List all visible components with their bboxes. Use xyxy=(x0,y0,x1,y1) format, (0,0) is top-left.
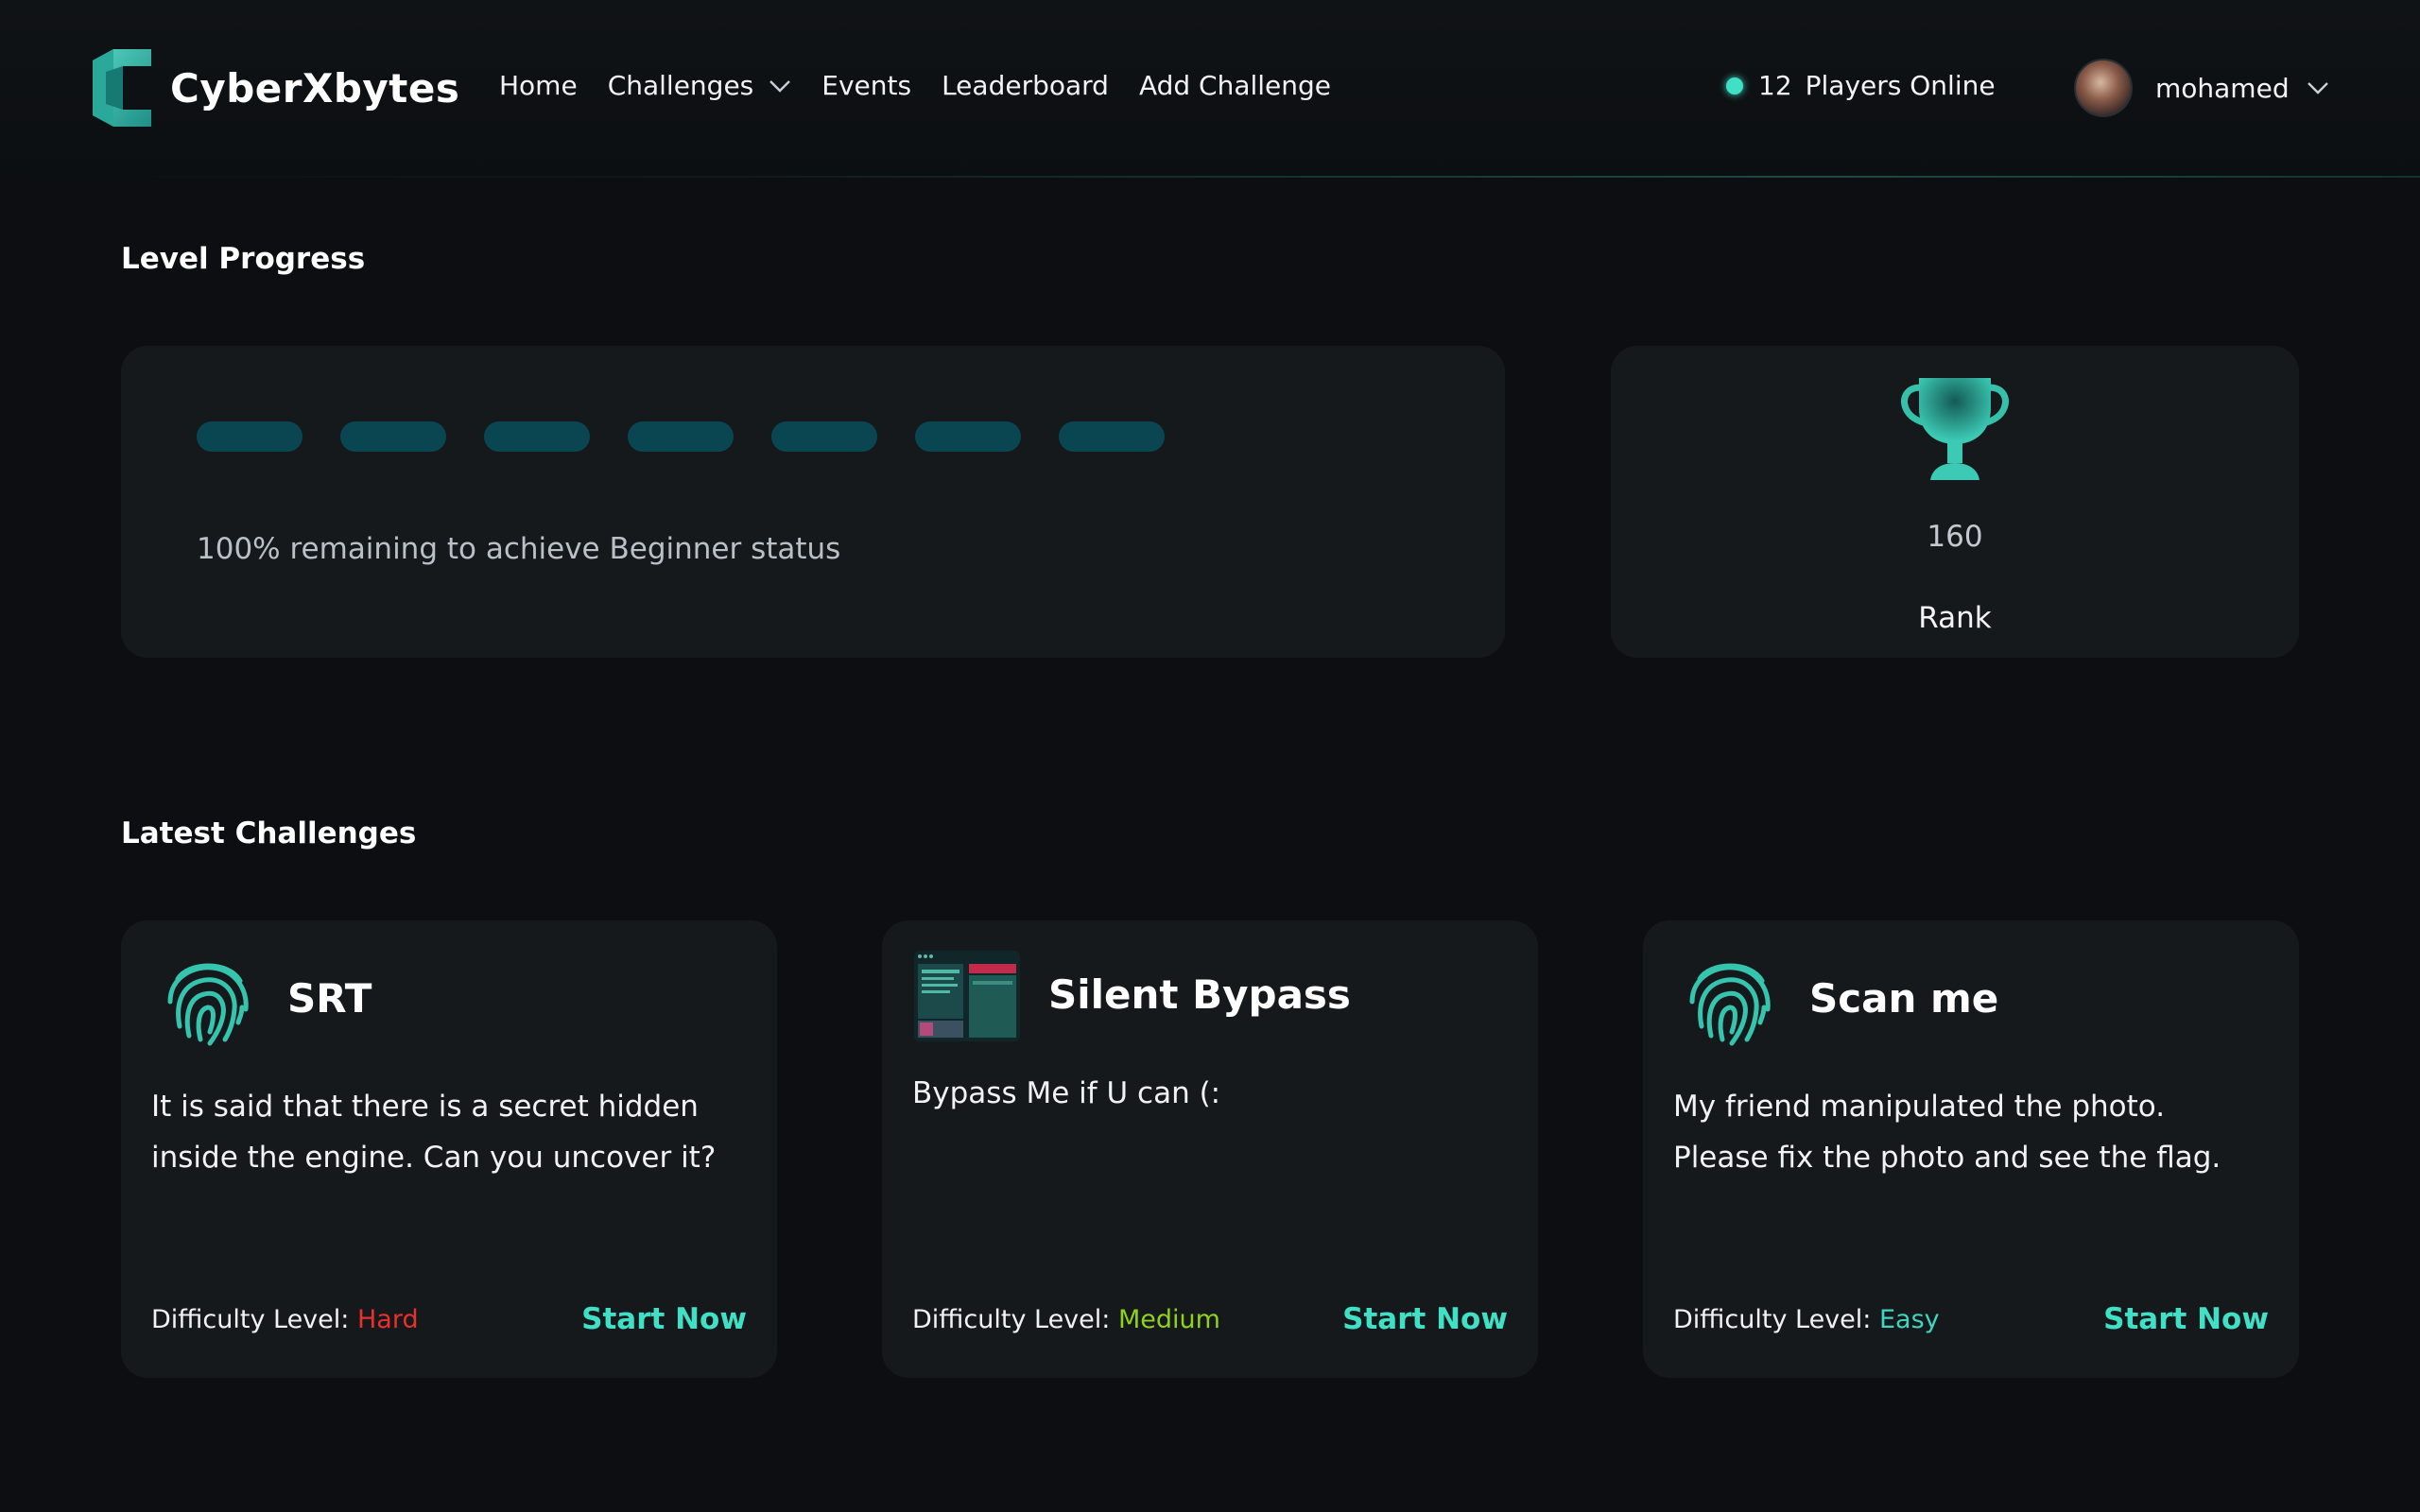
players-online-count: 12 xyxy=(1758,70,1792,101)
nav-home-label: Home xyxy=(499,70,578,101)
challenge-card-silent-bypass[interactable]: Silent Bypass Bypass Me if U can (: Diff… xyxy=(882,920,1538,1378)
challenge-card-scan-me[interactable]: Scan me My friend manipulated the photo.… xyxy=(1643,920,2299,1378)
start-now-button[interactable]: Start Now xyxy=(2103,1302,2269,1336)
level-progress-title: Level Progress xyxy=(121,242,366,276)
difficulty-label: Difficulty Level: xyxy=(151,1304,350,1334)
nav-leaderboard[interactable]: Leaderboard xyxy=(942,70,1109,101)
nav-challenges-dropdown[interactable]: Challenges xyxy=(608,70,792,101)
progress-segment xyxy=(340,421,446,452)
top-navbar: CyberXbytes Home Challenges Events Leade… xyxy=(0,0,2420,178)
level-progress-status: 100% remaining to achieve Beginner statu… xyxy=(197,532,841,566)
brand-logo[interactable]: CyberXbytes xyxy=(93,49,459,127)
latest-challenges-title: Latest Challenges xyxy=(121,816,417,850)
username: mohamed xyxy=(2155,72,2290,104)
progress-segment xyxy=(484,421,590,452)
nav-events-label: Events xyxy=(821,70,912,101)
level-progress-card: 100% remaining to achieve Beginner statu… xyxy=(121,346,1505,658)
avatar[interactable] xyxy=(2074,59,2133,117)
level-progress-bar xyxy=(197,421,1202,452)
progress-segment xyxy=(771,421,877,452)
rank-card: 160 Rank xyxy=(1611,346,2299,658)
brand-name: CyberXbytes xyxy=(170,64,460,112)
fingerprint-icon xyxy=(167,963,249,1046)
challenge-footer: Difficulty Level: Medium Start Now xyxy=(912,1302,1508,1336)
main-nav: Home Challenges Events Leaderboard Add C… xyxy=(499,70,1361,101)
progress-segment xyxy=(1059,421,1165,452)
rank-label: Rank xyxy=(1918,601,1992,635)
difficulty-level: Difficulty Level: Easy xyxy=(1673,1305,1940,1334)
nav-add-challenge-label: Add Challenge xyxy=(1138,70,1332,101)
challenge-description: My friend manipulated the photo. Please … xyxy=(1673,1090,2221,1175)
challenge-footer: Difficulty Level: Hard Start Now xyxy=(151,1302,747,1336)
online-status-dot-icon xyxy=(1726,77,1743,94)
header-divider xyxy=(0,176,2420,178)
cyberxbytes-logo-icon xyxy=(93,49,151,127)
challenge-title: SRT xyxy=(287,975,372,1022)
nav-events[interactable]: Events xyxy=(821,70,911,101)
challenge-title: Silent Bypass xyxy=(1048,971,1351,1018)
chevron-down-icon xyxy=(769,79,791,93)
difficulty-value: Easy xyxy=(1878,1304,1940,1334)
difficulty-value: Medium xyxy=(1117,1304,1220,1334)
challenge-footer: Difficulty Level: Easy Start Now xyxy=(1673,1302,2269,1336)
challenge-card-srt[interactable]: SRT It is said that there is a secret hi… xyxy=(121,920,777,1378)
rank-value: 160 xyxy=(1927,520,1983,554)
challenge-description: Bypass Me if U can (: xyxy=(912,1076,1221,1110)
user-menu[interactable]: mohamed xyxy=(2074,59,2329,117)
start-now-button[interactable]: Start Now xyxy=(581,1302,747,1336)
difficulty-level: Difficulty Level: Medium xyxy=(912,1305,1220,1334)
players-online-label: Players Online xyxy=(1805,70,1996,101)
nav-leaderboard-label: Leaderboard xyxy=(942,70,1109,101)
chevron-down-icon xyxy=(2307,82,2328,94)
progress-segment xyxy=(915,421,1021,452)
start-now-button[interactable]: Start Now xyxy=(1342,1302,1508,1336)
difficulty-label: Difficulty Level: xyxy=(912,1304,1111,1334)
nav-home[interactable]: Home xyxy=(499,70,578,101)
trophy-icon xyxy=(1901,378,2009,480)
progress-segment xyxy=(197,421,302,452)
nav-challenges-label: Challenges xyxy=(607,70,754,101)
challenge-title: Scan me xyxy=(1809,975,1999,1022)
difficulty-level: Difficulty Level: Hard xyxy=(151,1305,419,1334)
progress-segment xyxy=(628,421,734,452)
difficulty-value: Hard xyxy=(356,1304,419,1334)
players-online-indicator: 12 Players Online xyxy=(1726,70,1996,101)
nav-add-challenge[interactable]: Add Challenge xyxy=(1139,70,1331,101)
difficulty-label: Difficulty Level: xyxy=(1673,1304,1872,1334)
challenge-description: It is said that there is a secret hidden… xyxy=(151,1090,717,1175)
fingerprint-icon xyxy=(1689,963,1771,1046)
screen-thumbnail-icon xyxy=(914,951,1020,1041)
